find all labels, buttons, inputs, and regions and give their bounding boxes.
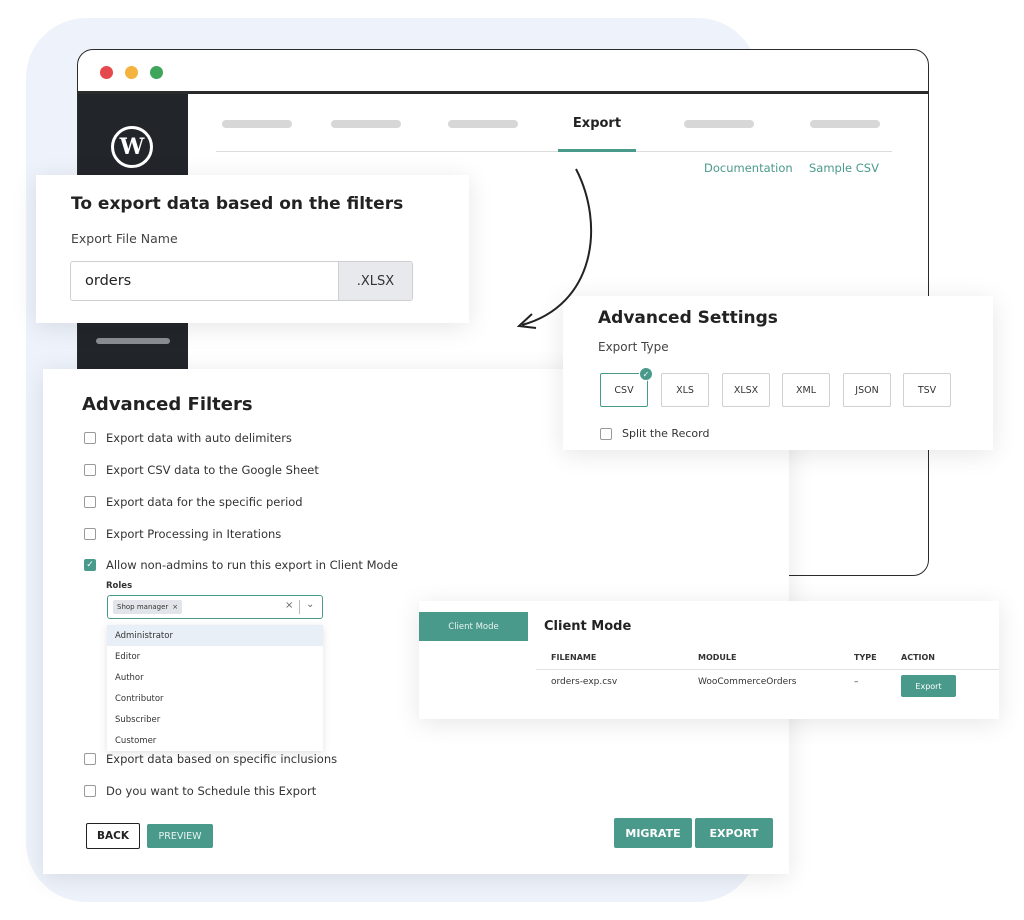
roles-dropdown: Administrator Editor Author Contributor … — [107, 625, 323, 751]
checkbox-checked[interactable]: ✓ — [84, 559, 96, 571]
export-button[interactable]: EXPORT — [695, 818, 773, 848]
role-option-editor[interactable]: Editor — [107, 646, 323, 667]
preview-button[interactable]: PREVIEW — [147, 824, 213, 848]
export-type-xlsx[interactable]: XLSX — [722, 373, 770, 407]
filter-option-iterations[interactable]: Export Processing in Iterations — [84, 527, 281, 541]
column-header-type: TYPE — [854, 653, 877, 662]
client-mode-title: Client Mode — [544, 619, 632, 634]
role-option-administrator[interactable]: Administrator — [107, 625, 323, 646]
export-type-xls[interactable]: XLS — [661, 373, 709, 407]
export-type-tsv[interactable]: TSV — [903, 373, 951, 407]
sidebar-placeholder-item[interactable] — [96, 338, 170, 344]
filter-option-auto-delimiters[interactable]: Export data with auto delimiters — [84, 431, 292, 445]
checkbox[interactable] — [84, 785, 96, 797]
checkbox[interactable] — [84, 464, 96, 476]
role-tag-label: Shop manager — [117, 603, 169, 611]
nav-tab-export[interactable]: Export — [558, 116, 636, 131]
cell-filename: orders-exp.csv — [551, 677, 618, 687]
nav-tab-placeholder[interactable] — [810, 120, 880, 128]
wordpress-icon[interactable]: W — [111, 126, 153, 168]
back-button[interactable]: BACK — [86, 823, 140, 849]
role-option-contributor[interactable]: Contributor — [107, 688, 323, 709]
filter-option-client-mode[interactable]: ✓ Allow non-admins to run this export in… — [84, 558, 398, 572]
nav-tab-placeholder[interactable] — [684, 120, 754, 128]
export-file-name-field[interactable]: orders .XLSX — [70, 261, 413, 301]
column-header-filename: FILENAME — [551, 653, 597, 662]
export-file-card: To export data based on the filters Expo… — [36, 175, 469, 323]
column-header-action: ACTION — [901, 653, 935, 662]
role-option-author[interactable]: Author — [107, 667, 323, 688]
filter-option-specific-inclusions[interactable]: Export data based on specific inclusions — [84, 752, 337, 766]
file-name-value[interactable]: orders — [71, 262, 338, 300]
export-file-name-label: Export File Name — [71, 231, 178, 246]
client-mode-tab[interactable]: Client Mode — [419, 612, 528, 641]
active-tab-underline — [558, 149, 636, 152]
export-type-json[interactable]: JSON — [843, 373, 891, 407]
minimize-window-dot[interactable] — [125, 66, 138, 79]
client-mode-card: Client Mode Client Mode FILENAME MODULE … — [419, 601, 999, 719]
filter-option-label: Export data for the specific period — [106, 495, 303, 509]
filter-option-label: Allow non-admins to run this export in C… — [106, 558, 398, 572]
top-navigation: Export — [216, 94, 892, 152]
close-window-dot[interactable] — [100, 66, 113, 79]
row-export-button[interactable]: Export — [901, 675, 956, 697]
remove-tag-icon[interactable]: × — [172, 603, 178, 611]
advanced-settings-card: Advanced Settings Export Type CSV ✓ XLS … — [563, 296, 993, 450]
checkbox[interactable] — [84, 528, 96, 540]
filter-option-schedule[interactable]: Do you want to Schedule this Export — [84, 784, 316, 798]
split-record-label: Split the Record — [622, 427, 710, 440]
browser-chrome — [78, 50, 928, 94]
migrate-button[interactable]: MIGRATE — [614, 818, 692, 848]
table-divider — [536, 669, 999, 670]
roles-label: Roles — [106, 581, 133, 591]
checkbox[interactable] — [84, 432, 96, 444]
cell-module: WooCommerceOrders — [698, 677, 797, 687]
filter-option-label: Export Processing in Iterations — [106, 527, 282, 541]
export-type-label: Export Type — [598, 340, 669, 354]
advanced-settings-title: Advanced Settings — [598, 308, 778, 328]
export-type-xml[interactable]: XML — [782, 373, 830, 407]
advanced-filters-title: Advanced Filters — [82, 394, 253, 415]
role-option-subscriber[interactable]: Subscriber — [107, 709, 323, 730]
nav-tab-placeholder[interactable] — [331, 120, 401, 128]
export-file-title: To export data based on the filters — [71, 194, 404, 214]
clear-icon[interactable]: × — [285, 600, 293, 611]
filter-option-label: Export data with auto delimiters — [106, 431, 292, 445]
curved-arrow-icon — [516, 168, 593, 329]
nav-tab-placeholder[interactable] — [222, 120, 292, 128]
split-record-option[interactable]: Split the Record — [600, 427, 709, 440]
filter-option-specific-period[interactable]: Export data for the specific period — [84, 495, 303, 509]
filter-option-label: Export CSV data to the Google Sheet — [106, 463, 319, 477]
select-separator — [299, 600, 300, 614]
role-tag[interactable]: Shop manager × — [113, 600, 183, 614]
filter-option-label: Do you want to Schedule this Export — [106, 784, 317, 798]
nav-tab-placeholder[interactable] — [448, 120, 518, 128]
file-extension: .XLSX — [338, 262, 412, 300]
export-type-csv[interactable]: CSV ✓ — [600, 367, 653, 407]
checkbox[interactable] — [600, 427, 612, 440]
filter-option-label: Export data based on specific inclusions — [106, 752, 338, 766]
check-icon: ✓ — [639, 367, 653, 381]
filter-option-google-sheet[interactable]: Export CSV data to the Google Sheet — [84, 463, 319, 477]
column-header-module: MODULE — [698, 653, 737, 662]
role-option-customer[interactable]: Customer — [107, 730, 323, 751]
documentation-link[interactable]: Documentation — [704, 161, 793, 175]
checkbox[interactable] — [84, 496, 96, 508]
checkbox[interactable] — [84, 753, 96, 765]
roles-select[interactable]: Shop manager × × ⌄ — [107, 595, 323, 619]
export-type-label: CSV — [614, 384, 634, 396]
sample-csv-link[interactable]: Sample CSV — [809, 161, 879, 175]
maximize-window-dot[interactable] — [150, 66, 163, 79]
cell-type: – — [854, 677, 859, 687]
chevron-down-icon[interactable]: ⌄ — [306, 599, 314, 610]
